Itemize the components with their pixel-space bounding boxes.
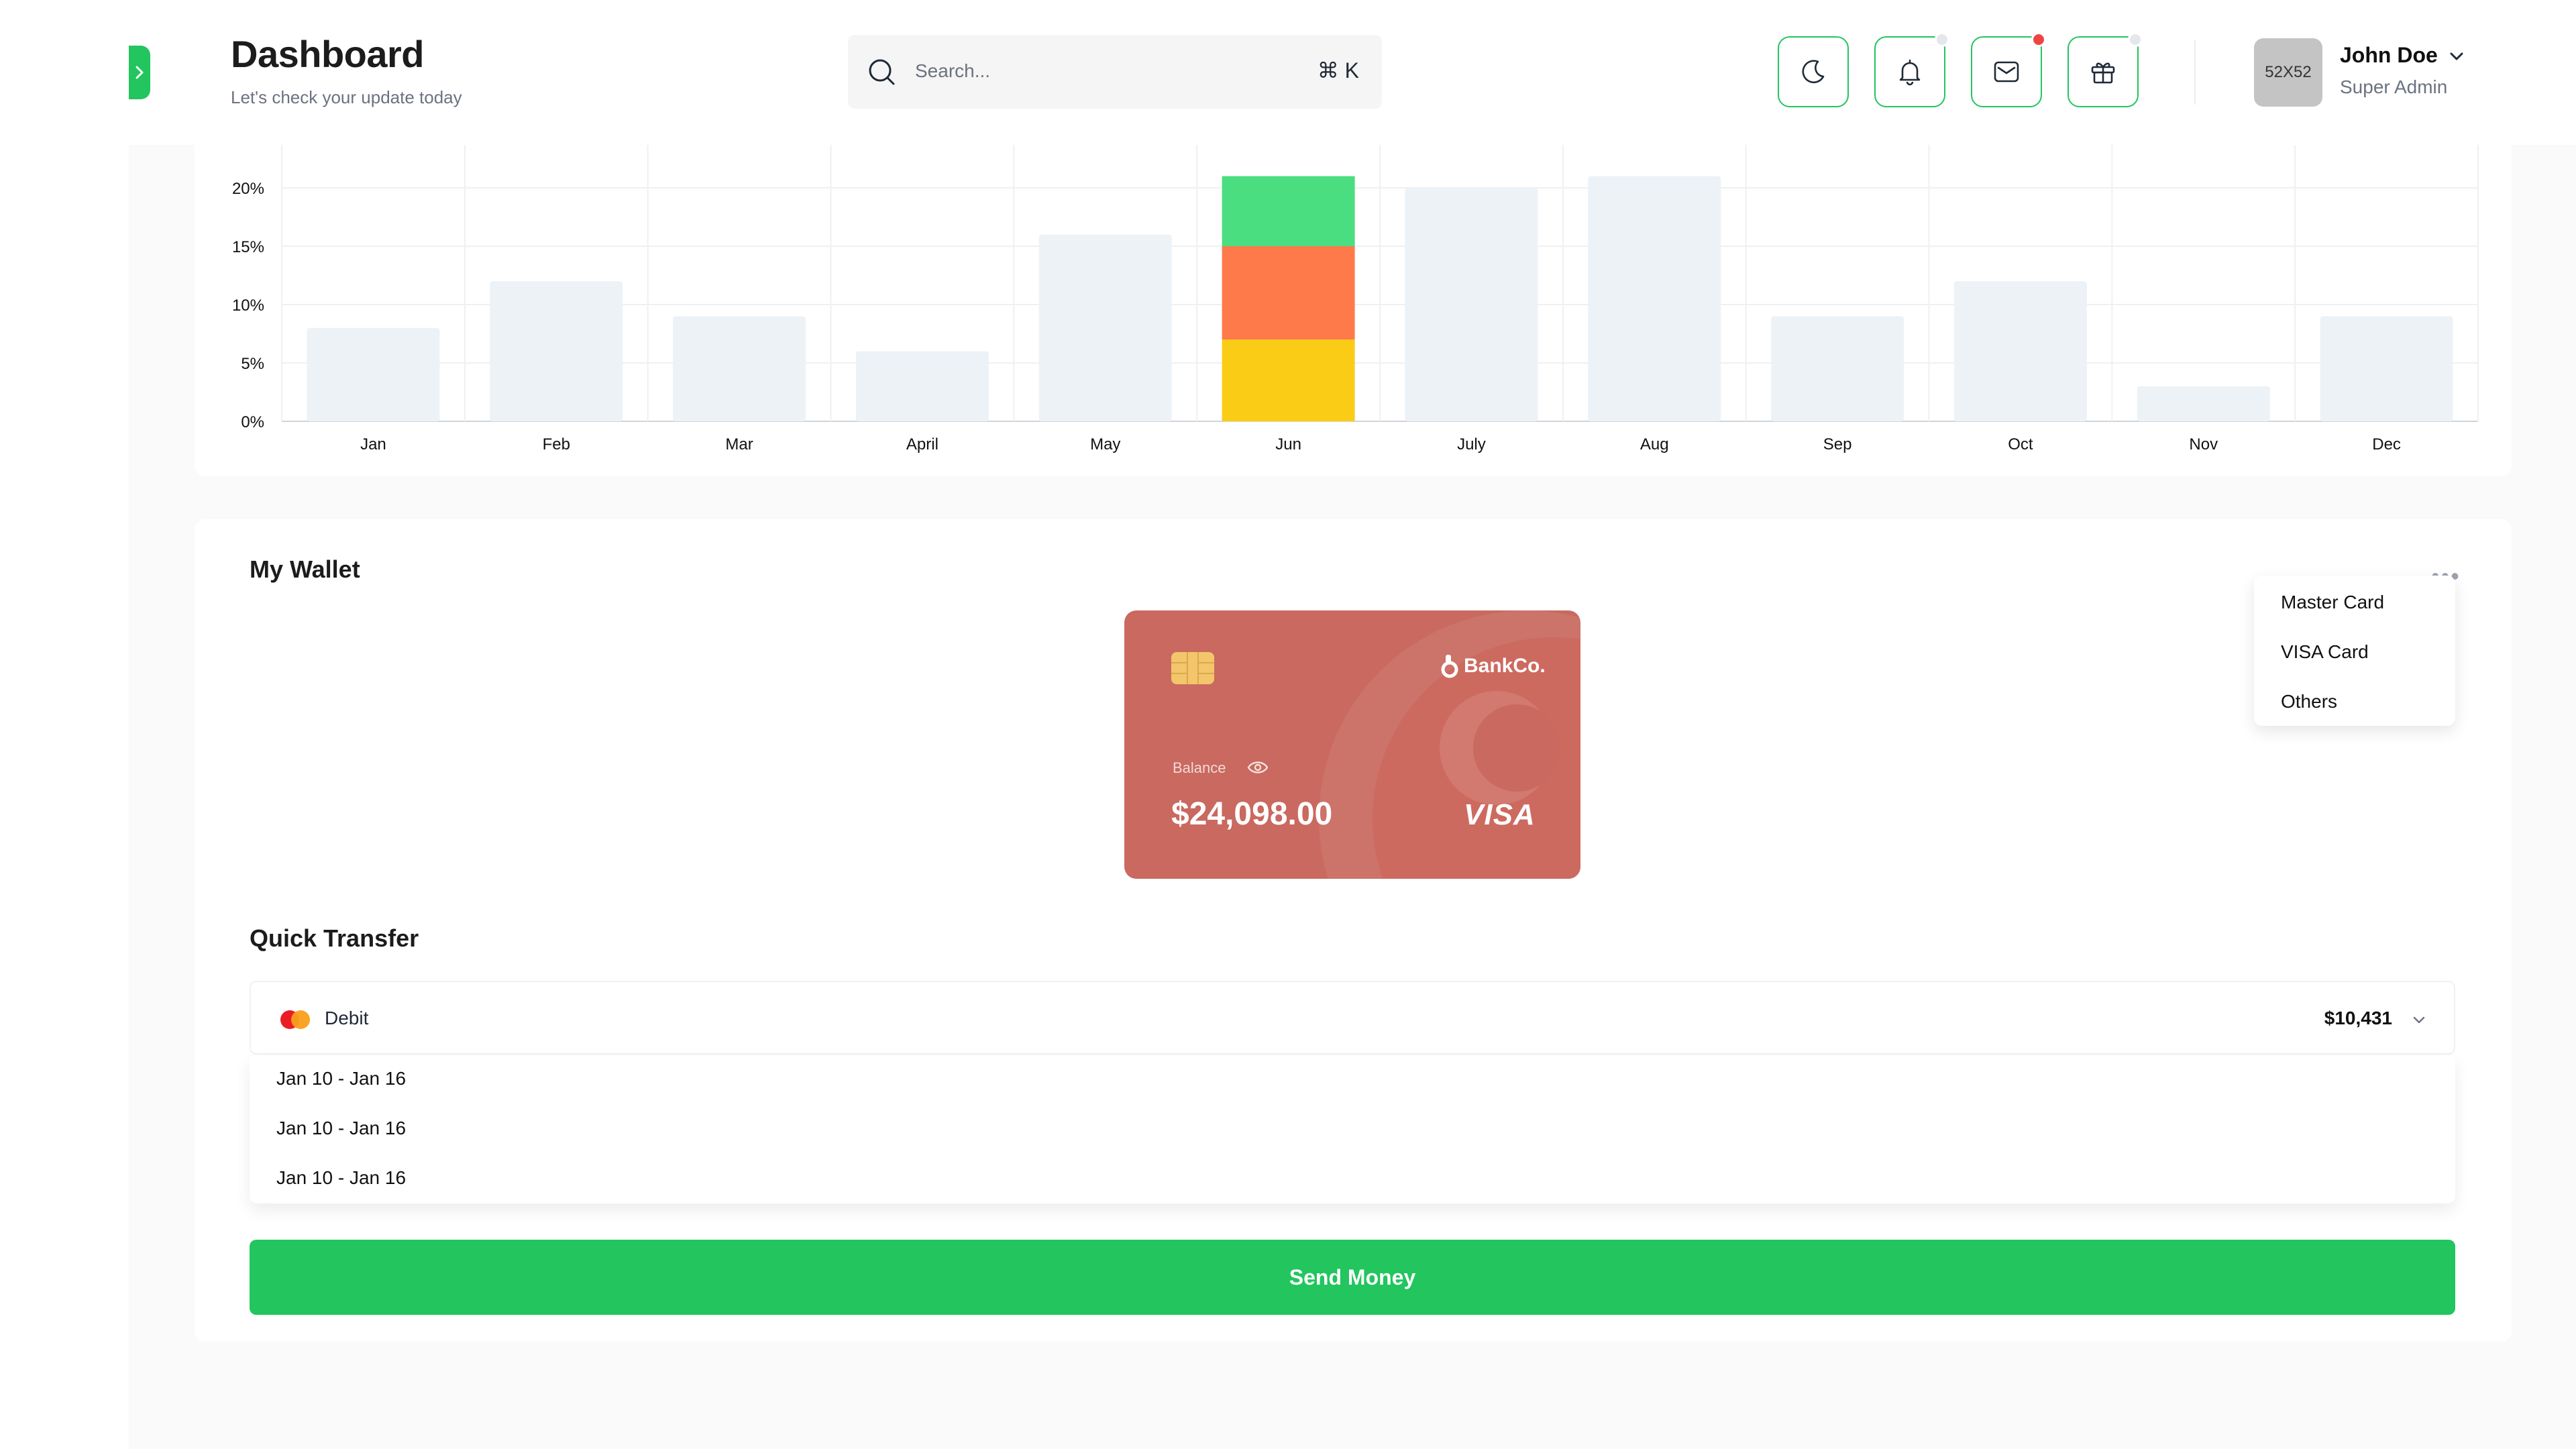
bar (1038, 234, 1172, 421)
theme-toggle-button[interactable] (1778, 36, 1849, 107)
card-decoration (1473, 704, 1560, 792)
bank-logo-icon (1441, 655, 1458, 678)
y-tick-label: 10% (232, 297, 264, 315)
user-role: Super Admin (2340, 76, 2448, 97)
bar (1588, 176, 1721, 421)
x-tick-label: Nov (2189, 435, 2218, 453)
search-box[interactable]: Search... ⌘ K (848, 35, 1382, 109)
search-input[interactable]: Search... (915, 60, 990, 82)
date-range-option[interactable]: Jan 10 - Jan 16 (276, 1068, 406, 1089)
bar-segment (1222, 176, 1355, 246)
x-tick-label: Sep (1823, 435, 1852, 453)
bar (1405, 188, 1538, 421)
x-tick-label: Feb (543, 435, 570, 453)
eye-icon[interactable] (1246, 758, 1269, 777)
mail-icon (1994, 61, 2019, 83)
x-tick-label: Oct (2008, 435, 2033, 453)
card-chip-lines (1171, 652, 1214, 684)
quick-transfer-title: Quick Transfer (250, 924, 419, 952)
avatar[interactable]: 52X52 (2254, 38, 2322, 107)
date-range-menu: Jan 10 - Jan 16 Jan 10 - Jan 16 Jan 10 -… (250, 1056, 2455, 1203)
chevron-right-icon (136, 66, 144, 79)
bar-segment (1222, 339, 1355, 421)
x-tick-label: July (1457, 435, 1486, 453)
x-tick-label: Aug (1640, 435, 1669, 453)
x-tick-label: May (1090, 435, 1120, 453)
bar (2137, 386, 2270, 421)
y-tick-label: 20% (232, 180, 264, 198)
notifications-badge (1935, 32, 1949, 47)
bar-chart: 0% 5% 10% 15% 20% Jan Feb Mar April May Jun July Aug… (232, 145, 2479, 453)
page-title: Dashboard (231, 33, 425, 75)
menu-item-master-card[interactable]: Master Card (2281, 592, 2384, 613)
bank-logo: BankCo. (1440, 653, 1546, 679)
x-tick-label: Mar (725, 435, 753, 453)
bar (2320, 316, 2453, 421)
card-type-menu: Master Card VISA Card Others (2254, 576, 2455, 726)
mastercard-icon (280, 1010, 310, 1029)
date-range-option[interactable]: Jan 10 - Jan 16 (276, 1167, 406, 1189)
bar (1771, 316, 1904, 421)
balance-amount: $24,098.00 (1171, 796, 1333, 832)
x-tick-label: Jan (360, 435, 386, 453)
header-divider (2194, 40, 2196, 105)
bank-card[interactable]: BankCo. Balance $24,098.00 VISA (1124, 610, 1580, 879)
messages-badge (2031, 32, 2046, 47)
bell-icon (1899, 59, 1921, 86)
left-gutter (0, 0, 129, 1449)
notifications-button[interactable] (1874, 32, 1949, 107)
date-range-option[interactable]: Jan 10 - Jan 16 (276, 1118, 406, 1139)
x-tick-label: Jun (1275, 435, 1301, 453)
gift-icon (2091, 62, 2115, 84)
y-tick-label: 0% (241, 413, 264, 431)
menu-item-others[interactable]: Others (2281, 691, 2337, 712)
search-shortcut-hint: ⌘ K (1317, 58, 1359, 83)
bank-name: BankCo. (1464, 655, 1546, 677)
chevron-down-icon[interactable] (2411, 1012, 2427, 1028)
balance-label: Balance (1173, 759, 1226, 776)
y-tick-label: 15% (232, 238, 264, 256)
gifts-button[interactable] (2068, 32, 2143, 107)
bar (673, 316, 806, 421)
menu-item-visa-card[interactable]: VISA Card (2281, 641, 2369, 663)
x-tick-label: Dec (2372, 435, 2401, 453)
wallet-title: My Wallet (250, 555, 360, 583)
bar-segment (1222, 246, 1355, 340)
account-amount: $10,431 (2324, 1008, 2392, 1028)
search-icon (869, 59, 895, 85)
messages-button[interactable] (1971, 32, 2046, 107)
x-tick-label: April (906, 435, 938, 453)
sidebar-toggle-button[interactable] (129, 46, 150, 99)
bar (1953, 281, 2087, 421)
moon-icon (1802, 60, 1825, 83)
bar (490, 281, 623, 421)
visa-logo: VISA (1464, 798, 1536, 831)
send-money-button[interactable]: Send Money (250, 1240, 2455, 1315)
account-label: Debit (325, 1008, 369, 1028)
gifts-badge (2128, 32, 2143, 47)
page-subtitle: Let's check your update today (231, 87, 462, 107)
bar (307, 327, 440, 421)
account-select[interactable]: Debit $10,431 (250, 981, 2455, 1055)
chevron-down-icon[interactable] (2446, 46, 2467, 67)
y-tick-label: 5% (241, 355, 264, 373)
bar (855, 351, 989, 421)
user-name[interactable]: John Doe (2340, 43, 2438, 68)
